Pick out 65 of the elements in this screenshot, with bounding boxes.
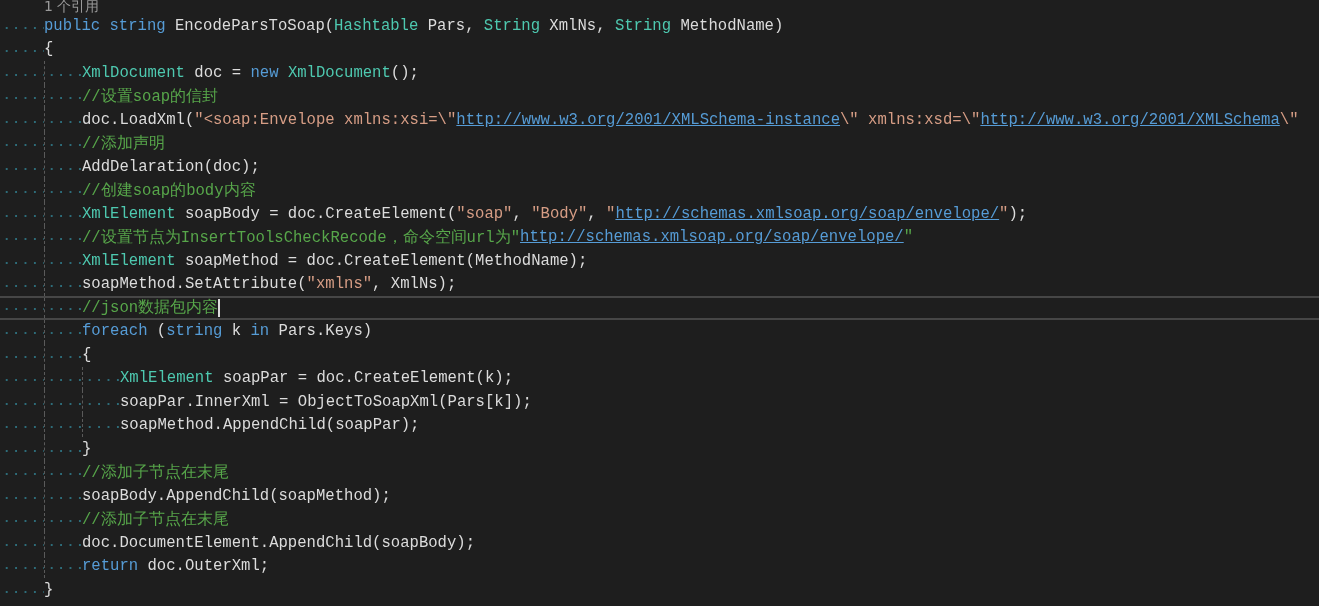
string-literal: "<soap:Envelope xmlns:xsi=\" xyxy=(194,110,457,129)
code-comment: //添加声明 xyxy=(82,133,165,154)
url-link[interactable]: http://schemas.xmlsoap.org/soap/envelope/ xyxy=(520,228,904,247)
indent-guide xyxy=(44,298,82,318)
keyword: foreach xyxy=(82,322,148,341)
code-comment: //json数据包内容 xyxy=(82,297,219,319)
code-text: soapPar = doc.CreateElement(k); xyxy=(221,369,514,388)
url-link[interactable]: http://www.w3.org/2001/XMLSchema xyxy=(980,110,1280,129)
code-text: k xyxy=(230,322,243,341)
code-text: } xyxy=(82,439,92,458)
code-text: doc.OuterXml; xyxy=(146,557,270,576)
type-name: XmlDocument xyxy=(287,63,391,82)
code-text: doc.DocumentElement.AppendChild(soapBody); xyxy=(82,533,476,552)
keyword: string xyxy=(166,322,223,341)
code-text: , xyxy=(512,204,523,223)
string-literal: \" xmlns:xsd=\" xyxy=(840,110,981,129)
code-comment: " xyxy=(903,228,914,247)
code-text: soapBody = doc.CreateElement( xyxy=(183,204,457,223)
type-name: Hashtable xyxy=(334,16,419,35)
string-literal: " xyxy=(999,204,1009,223)
keyword: new xyxy=(250,63,280,82)
type-name: String xyxy=(483,16,540,35)
code-text: soapBody.AppendChild(soapMethod); xyxy=(82,486,391,505)
code-text: ); xyxy=(1008,204,1028,223)
string-literal: "xmlns" xyxy=(306,275,373,294)
keyword: in xyxy=(250,322,270,341)
code-text: , xyxy=(587,204,598,223)
code-text: ( xyxy=(155,322,167,341)
string-literal: "soap" xyxy=(456,204,513,223)
keyword: public string xyxy=(44,16,166,35)
code-text: soapPar.InnerXml = ObjectToSoapXml(Pars[k]); xyxy=(120,392,532,411)
code-text: (); xyxy=(390,63,419,82)
code-text: doc.LoadXml( xyxy=(82,110,195,129)
code-text: } xyxy=(44,580,54,599)
code-text: { xyxy=(44,40,54,59)
code-text: , XmlNs); xyxy=(372,275,457,294)
text-cursor xyxy=(218,298,220,317)
type-name: XmlDocument xyxy=(82,63,185,82)
code-text: soapMethod = doc.CreateElement(MethodName); xyxy=(183,251,588,270)
code-text: EncodeParsToSoap( xyxy=(174,16,335,35)
code-text: MethodName) xyxy=(679,16,784,35)
type-name: String xyxy=(614,16,672,35)
code-text: Pars.Keys) xyxy=(277,322,373,341)
code-comment: //添加子节点在末尾 xyxy=(82,462,229,483)
code-comment: //设置soap的信封 xyxy=(82,86,219,107)
code-text: XmlNs, xyxy=(548,16,607,35)
string-literal: \" xyxy=(1279,110,1299,129)
code-comment: //创建soap的body内容 xyxy=(82,180,256,201)
code-text: soapMethod.AppendChild(soapPar); xyxy=(120,416,420,435)
url-link[interactable]: http://schemas.xmlsoap.org/soap/envelope/ xyxy=(615,204,1000,223)
code-text: AddDelaration(doc); xyxy=(82,157,260,176)
url-link[interactable]: http://www.w3.org/2001/XMLSchema-instance xyxy=(456,110,840,129)
type-name: XmlElement xyxy=(82,251,176,270)
string-literal: "Body" xyxy=(531,204,588,223)
keyword: return xyxy=(82,557,139,576)
string-literal: " xyxy=(606,204,616,223)
code-text: soapMethod.SetAttribute( xyxy=(82,275,307,294)
code-text: doc = xyxy=(193,63,243,82)
code-comment: //设置节点为InsertToolsCheckRecode，命令空间url为" xyxy=(82,227,521,248)
code-comment: //添加子节点在末尾 xyxy=(82,509,229,530)
type-name: XmlElement xyxy=(120,369,214,388)
type-name: XmlElement xyxy=(82,204,176,223)
reference-count[interactable]: 1 个引用 xyxy=(44,0,100,14)
code-text: Pars, xyxy=(426,16,476,35)
code-text: { xyxy=(82,345,92,364)
